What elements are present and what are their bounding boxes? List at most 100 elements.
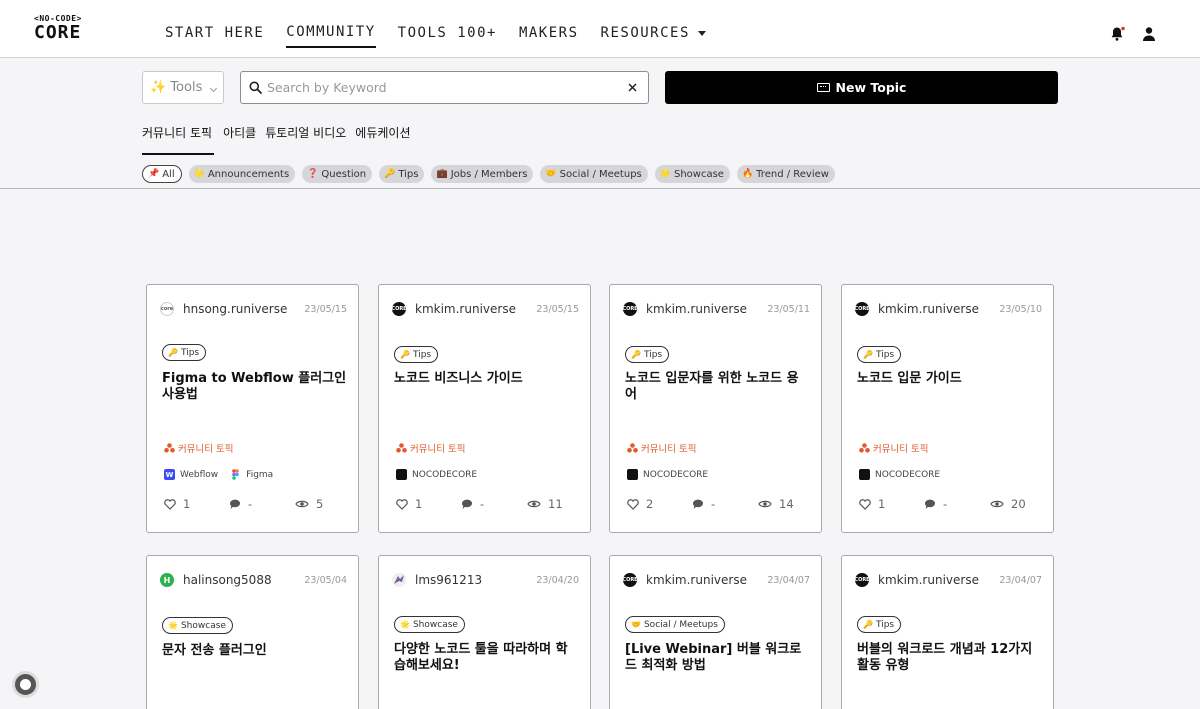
topic-title: [Live Webinar] 버블 워크로드 최적화 방법 — [625, 642, 802, 673]
topic-category: 커뮤니티 토픽 — [627, 441, 696, 455]
like-button[interactable]: 1 — [859, 497, 885, 511]
chip-showcase[interactable]: 🌟 Showcase — [654, 165, 730, 183]
topic-title: 노코드 비즈니스 가이드 — [394, 371, 523, 386]
topic-card[interactable]: CORE kmkim.runiverse 23/05/11 🔑 Tips 노코드 … — [609, 284, 822, 533]
avatar: CORE — [854, 573, 870, 587]
nocodecore-icon — [396, 469, 407, 480]
eye-icon — [527, 500, 541, 508]
tool-tag[interactable]: NOCODECORE — [396, 469, 477, 480]
nav-makers[interactable]: MAKERS — [519, 24, 579, 48]
tool-tag[interactable]: NOCODECORE — [859, 469, 940, 480]
category-badge: 🔑 Tips — [857, 616, 902, 633]
like-button[interactable]: 1 — [164, 497, 190, 511]
topic-category: 커뮤니티 토픽 — [859, 441, 928, 455]
topic-card[interactable]: H halinsong5088 23/05/04 🌟 Showcase 문자 전송… — [146, 555, 359, 709]
views: 11 — [527, 497, 563, 511]
nocodecore-icon — [859, 469, 870, 480]
chip-announcements[interactable]: 🌟 Announcements — [188, 165, 296, 183]
community-icon — [859, 443, 870, 453]
topic-card[interactable]: CORE kmkim.runiverse 23/04/07 🤝 Social / … — [609, 555, 822, 709]
comments: - — [924, 497, 947, 511]
topic-title: 다양한 노코드 툴을 따라하며 학습해보세요! — [394, 642, 568, 673]
webflow-icon: W — [164, 469, 175, 480]
comments: - — [692, 497, 715, 511]
site-logo[interactable]: <NO-CODE> CORE — [34, 14, 94, 44]
topic-category: 커뮤니티 토픽 — [164, 441, 233, 455]
heart-icon — [164, 498, 176, 510]
like-button[interactable]: 2 — [627, 497, 653, 511]
figma-icon — [232, 469, 239, 480]
search-box — [240, 71, 649, 104]
chip-social-meetups[interactable]: 🤝 Social / Meetups — [540, 165, 648, 183]
top-header: <NO-CODE> CORE START HERE COMMUNITY TOOL… — [0, 0, 1200, 58]
nav-tools[interactable]: TOOLS 100+ — [398, 24, 497, 48]
comment-icon — [692, 499, 703, 509]
main-nav: START HERE COMMUNITY TOOLS 100+ MAKERS R… — [165, 24, 728, 48]
search-input[interactable] — [267, 72, 617, 103]
topic-card[interactable]: CORE kmkim.runiverse 23/05/15 🔑 Tips 노코드 … — [378, 284, 591, 533]
user-icon[interactable] — [1141, 26, 1157, 42]
nav-start-here[interactable]: START HERE — [165, 24, 264, 48]
eye-icon — [758, 500, 772, 508]
chat-help-button[interactable] — [12, 671, 39, 698]
filter-divider — [0, 188, 1200, 189]
comment-icon — [924, 499, 935, 509]
topic-card[interactable]: CORE kmkim.runiverse 23/04/07 🔑 Tips 버블의 … — [841, 555, 1054, 709]
chevron-down-icon — [209, 84, 218, 93]
chip-jobs-members[interactable]: 💼 Jobs / Members — [431, 165, 534, 183]
topic-card[interactable]: lms961213 23/04/20 🌟 Showcase 다양한 노코드 툴을 … — [378, 555, 591, 709]
category-badge: 🌟 Showcase — [394, 616, 465, 633]
avatar: CORE — [622, 573, 638, 587]
keyboard-icon — [816, 83, 830, 92]
chip-question[interactable]: ❓ Question — [302, 165, 373, 183]
content-tabs: 커뮤니티 토픽 아티클 튜토리얼 비디오 에듀케이션 — [142, 124, 420, 155]
chip-trend-review[interactable]: 🔥 Trend / Review — [736, 165, 835, 183]
tools-select[interactable]: ✨ Tools — [142, 71, 224, 104]
community-icon — [164, 443, 175, 453]
tab-education[interactable]: 에듀케이션 — [355, 124, 410, 155]
nocodecore-icon — [627, 469, 638, 480]
clear-icon[interactable] — [628, 83, 637, 92]
heart-icon — [859, 498, 871, 510]
category-badge: 🔑 Tips — [394, 346, 439, 363]
tool-tags: NOCODECORE — [627, 469, 720, 480]
community-icon — [396, 443, 407, 453]
tab-community-topic[interactable]: 커뮤니티 토픽 — [142, 124, 215, 155]
topic-title: 노코드 입문자를 위한 노코드 용어 — [625, 371, 799, 402]
tab-article[interactable]: 아티클 — [223, 124, 256, 155]
topic-category: 커뮤니티 토픽 — [396, 441, 465, 455]
avatar: H — [160, 573, 174, 587]
tab-tutorial-video[interactable]: 튜토리얼 비디오 — [265, 124, 346, 155]
avatar: CORE — [622, 302, 638, 316]
dragon-avatar-icon — [394, 575, 404, 584]
chip-all[interactable]: 📌 All — [142, 165, 182, 183]
comments: - — [229, 497, 252, 511]
eye-icon — [295, 500, 309, 508]
tool-tag[interactable]: NOCODECORE — [627, 469, 708, 480]
nav-resources[interactable]: RESOURCES — [601, 24, 706, 48]
heart-icon — [396, 498, 408, 510]
avatar — [392, 573, 406, 587]
tool-tag[interactable]: W Webflow — [164, 469, 218, 480]
category-badge: 🔑 Tips — [857, 346, 902, 363]
category-filter: 📌 All 🌟 Announcements ❓ Question 🔑 Tips 💼 Job… — [142, 165, 842, 183]
views: 5 — [295, 497, 323, 511]
tool-tags: NOCODECORE — [396, 469, 489, 480]
topic-title: 버블의 워크로드 개념과 12가지 활동 유형 — [857, 642, 1033, 673]
category-badge: 🤝 Social / Meetups — [625, 616, 725, 633]
new-topic-button[interactable]: New Topic — [665, 71, 1058, 104]
heart-icon — [627, 498, 639, 510]
community-icon — [627, 443, 638, 453]
nav-community[interactable]: COMMUNITY — [286, 24, 376, 48]
topic-title: 문자 전송 플러그인 — [162, 643, 267, 658]
avatar: CORE — [391, 302, 407, 316]
like-button[interactable]: 1 — [396, 497, 422, 511]
topic-card[interactable]: core hnsong.runiverse 23/05/15 🔑 Tips Fig… — [146, 284, 359, 533]
chip-tips[interactable]: 🔑 Tips — [379, 165, 425, 183]
tool-tag[interactable]: Figma — [230, 469, 273, 480]
search-icon — [249, 81, 262, 94]
bell-icon[interactable] — [1109, 26, 1125, 42]
avatar: CORE — [854, 302, 870, 316]
topic-title: Figma to Webflow 플러그인 사용법 — [162, 371, 347, 402]
topic-card[interactable]: CORE kmkim.runiverse 23/05/10 🔑 Tips 노코드 … — [841, 284, 1054, 533]
